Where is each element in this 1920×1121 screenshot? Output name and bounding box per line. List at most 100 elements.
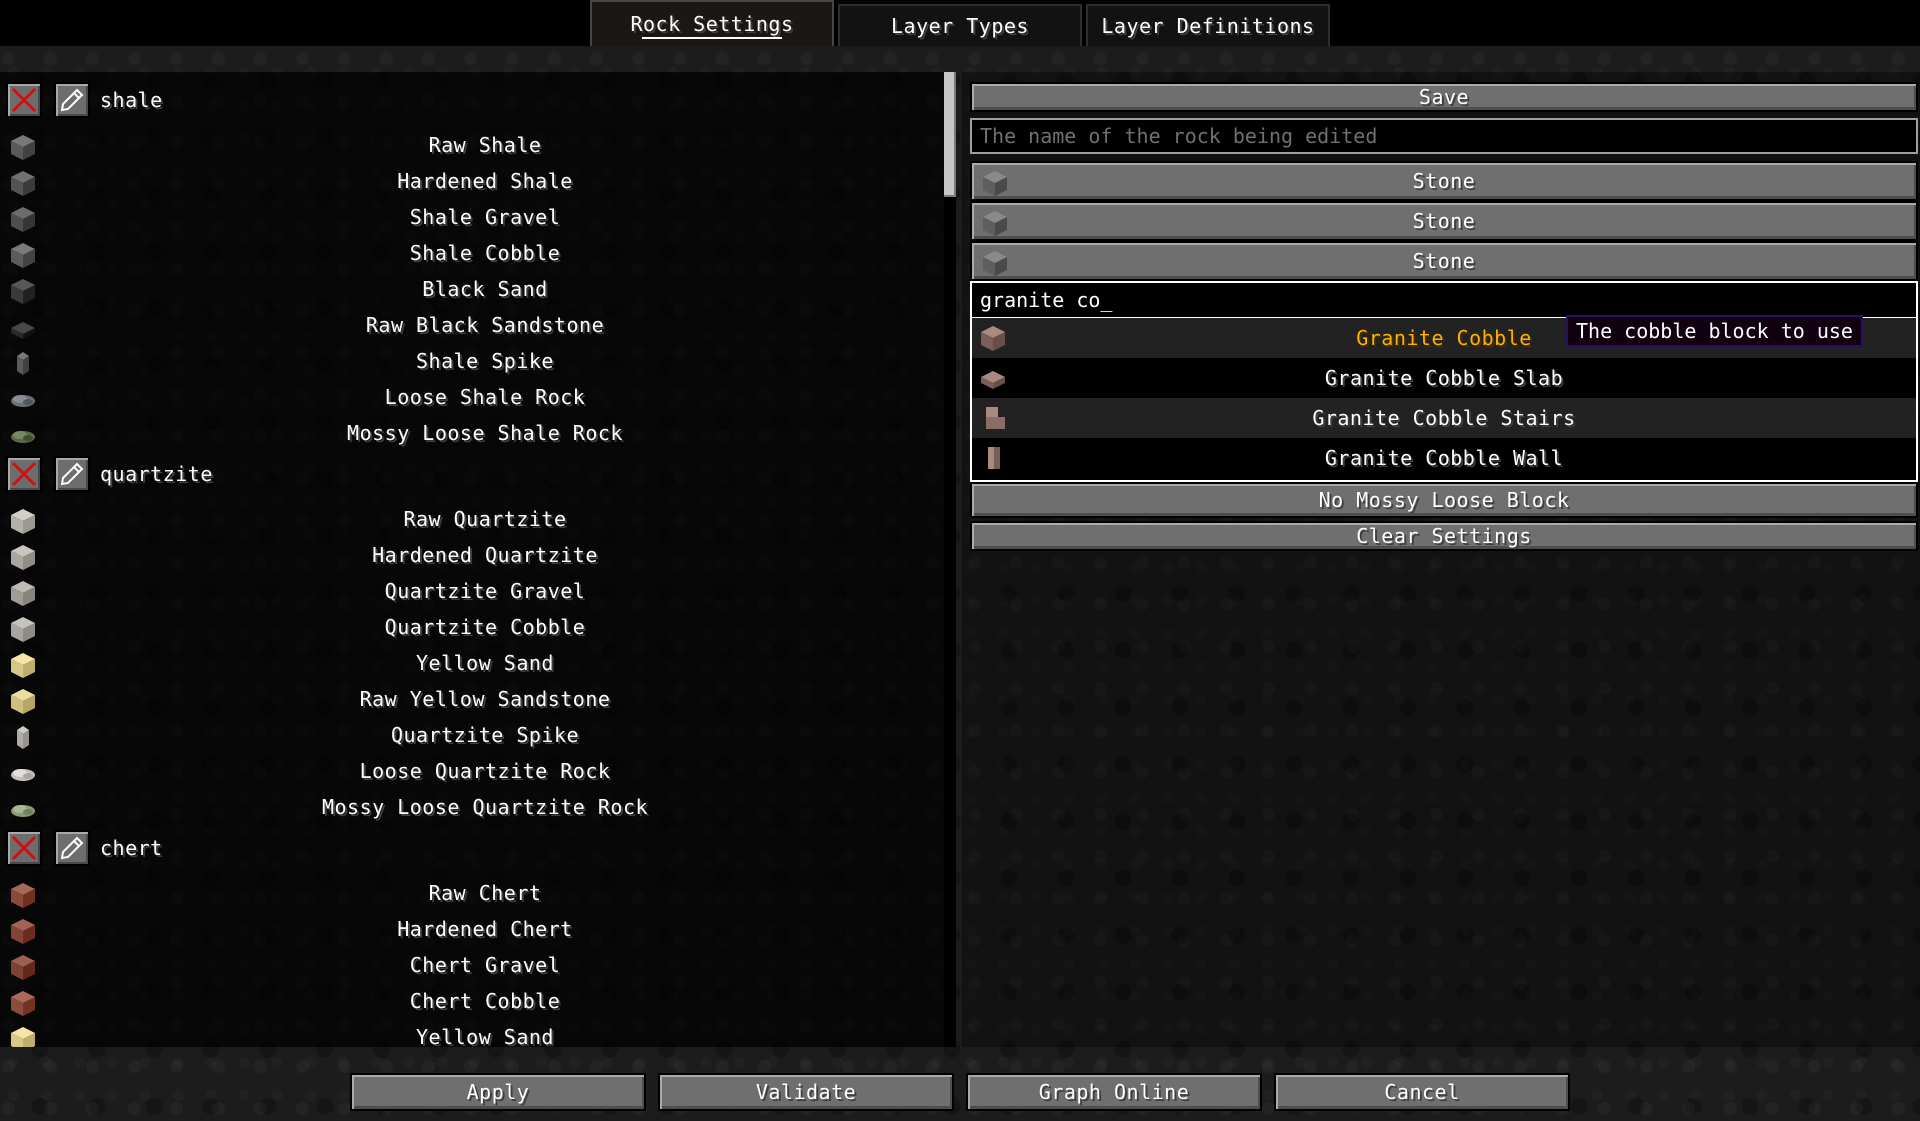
save-label: Save: [1418, 85, 1470, 109]
granite-cobble-icon: [981, 326, 1005, 351]
delete-rock-button[interactable]: [6, 82, 42, 118]
gravel-block-label: Stone: [1412, 249, 1476, 273]
edit-rock-button[interactable]: [54, 82, 90, 118]
edit-rock-button[interactable]: [54, 456, 90, 492]
block-label: Yellow Sand: [416, 1025, 554, 1047]
block-label: Chert Cobble: [409, 989, 561, 1013]
block-row[interactable]: Loose Quartzite Rock: [0, 754, 950, 790]
block-label: Loose Shale Rock: [384, 385, 586, 409]
hardened-block-button[interactable]: Stone: [970, 201, 1918, 241]
stone-icon: [983, 251, 1007, 276]
block-row[interactable]: Raw Shale: [0, 128, 950, 164]
block-row[interactable]: Quartzite Spike: [0, 718, 950, 754]
rock-name: quartzite: [100, 462, 213, 486]
cancel-button[interactable]: Cancel: [1274, 1073, 1570, 1111]
block-row[interactable]: Shale Cobble: [0, 236, 950, 272]
granite-slab-icon: [981, 371, 1005, 389]
pencil-icon: [60, 88, 84, 112]
clear-settings-button[interactable]: Clear Settings: [970, 521, 1918, 551]
block-row[interactable]: Chert Gravel: [0, 948, 950, 984]
block-row[interactable]: Quartzite Gravel: [0, 574, 950, 610]
block-label: Shale Spike: [416, 349, 554, 373]
rock-header-shale: shale: [0, 82, 950, 122]
rock-name-placeholder: The name of the rock being edited: [980, 124, 1378, 148]
block-row[interactable]: Raw Black Sandstone: [0, 308, 950, 344]
dropdown-item-label: Granite Cobble Slab: [1324, 366, 1564, 390]
scrollbar-track[interactable]: [944, 72, 956, 1047]
block-label: Hardened Shale: [397, 169, 573, 193]
block-label: Yellow Sand: [416, 651, 554, 675]
block-label: Mossy Loose Quartzite Rock: [321, 795, 649, 819]
mossy-loose-block-button[interactable]: No Mossy Loose Block: [970, 482, 1918, 518]
pencil-icon: [60, 836, 84, 860]
block-label: Quartzite Spike: [390, 723, 580, 747]
block-row[interactable]: Shale Gravel: [0, 200, 950, 236]
dropdown-item-granite-cobble-wall[interactable]: Granite Cobble Wall: [972, 438, 1916, 478]
rock-name-input[interactable]: The name of the rock being edited: [970, 118, 1918, 154]
apply-button[interactable]: Apply: [350, 1073, 646, 1111]
clear-label: Clear Settings: [1356, 524, 1532, 548]
block-row[interactable]: Hardened Quartzite: [0, 538, 950, 574]
save-button[interactable]: Save: [970, 82, 1918, 112]
tab-rock-settings[interactable]: Rock Settings: [590, 0, 834, 46]
block-row[interactable]: Raw Chert: [0, 876, 950, 912]
block-label: Shale Gravel: [409, 205, 561, 229]
block-row[interactable]: Loose Shale Rock: [0, 380, 950, 416]
block-label: Quartzite Gravel: [384, 579, 586, 603]
block-label: Black Sand: [422, 277, 548, 301]
delete-x-icon: [11, 87, 37, 113]
mossy-label: No Mossy Loose Block: [1318, 488, 1570, 512]
block-label: Raw Shale: [428, 133, 542, 157]
block-row[interactable]: Yellow Sand: [0, 1020, 950, 1047]
block-label: Loose Quartzite Rock: [359, 759, 611, 783]
rock-name: chert: [100, 836, 163, 860]
block-label: Raw Quartzite: [403, 507, 567, 531]
block-row[interactable]: Hardened Chert: [0, 912, 950, 948]
block-label: Raw Yellow Sandstone: [359, 687, 611, 711]
dropdown-item-label: Granite Cobble Stairs: [1312, 406, 1576, 430]
block-row[interactable]: Raw Yellow Sandstone: [0, 682, 950, 718]
cancel-label: Cancel: [1384, 1080, 1460, 1104]
stone-icon: [983, 211, 1007, 236]
tab-label: Rock Settings: [630, 12, 794, 36]
block-row[interactable]: Mossy Loose Quartzite Rock: [0, 790, 950, 826]
tooltip-text: The cobble block to use: [1576, 319, 1853, 343]
dropdown-item-label: Granite Cobble: [1356, 326, 1532, 350]
block-row[interactable]: Raw Quartzite: [0, 502, 950, 538]
delete-x-icon: [11, 461, 37, 487]
stone-icon: [983, 171, 1007, 196]
rock-header-chert: chert: [0, 830, 950, 870]
delete-rock-button[interactable]: [6, 830, 42, 866]
dropdown-item-granite-cobble-stairs[interactable]: Granite Cobble Stairs: [972, 398, 1916, 438]
validate-button[interactable]: Validate: [658, 1073, 954, 1111]
tab-layer-definitions[interactable]: Layer Definitions: [1086, 4, 1330, 46]
block-label: Hardened Quartzite: [372, 543, 598, 567]
edit-rock-button[interactable]: [54, 830, 90, 866]
rock-list-panel[interactable]: shale Raw Shale Hardened Shale Shale Gravel…: [0, 72, 956, 1047]
cobble-search-input[interactable]: granite co_: [970, 281, 1918, 319]
delete-rock-button[interactable]: [6, 456, 42, 492]
delete-x-icon: [11, 835, 37, 861]
scrollbar-thumb[interactable]: [944, 72, 956, 197]
block-label: Shale Cobble: [409, 241, 561, 265]
block-row[interactable]: Black Sand: [0, 272, 950, 308]
block-row[interactable]: Mossy Loose Shale Rock: [0, 416, 950, 452]
validate-label: Validate: [755, 1080, 857, 1104]
cobble-search-value: granite co_: [980, 288, 1113, 312]
pencil-icon: [60, 462, 84, 486]
block-row[interactable]: Chert Cobble: [0, 984, 950, 1020]
dropdown-item-granite-cobble-slab[interactable]: Granite Cobble Slab: [972, 358, 1916, 398]
block-row[interactable]: Yellow Sand: [0, 646, 950, 682]
graph-online-button[interactable]: Graph Online: [966, 1073, 1262, 1111]
gravel-block-button[interactable]: Stone: [970, 241, 1918, 281]
block-label: Raw Chert: [428, 881, 542, 905]
granite-stairs-icon: [986, 407, 1005, 429]
cobble-tooltip: The cobble block to use: [1566, 315, 1863, 347]
raw-block-button[interactable]: Stone: [970, 161, 1918, 201]
block-row[interactable]: Hardened Shale: [0, 164, 950, 200]
block-row[interactable]: Quartzite Cobble: [0, 610, 950, 646]
block-label: Quartzite Cobble: [384, 615, 586, 639]
block-row[interactable]: Shale Spike: [0, 344, 950, 380]
tab-label: Layer Definitions: [1101, 14, 1315, 38]
tab-layer-types[interactable]: Layer Types: [838, 4, 1082, 46]
